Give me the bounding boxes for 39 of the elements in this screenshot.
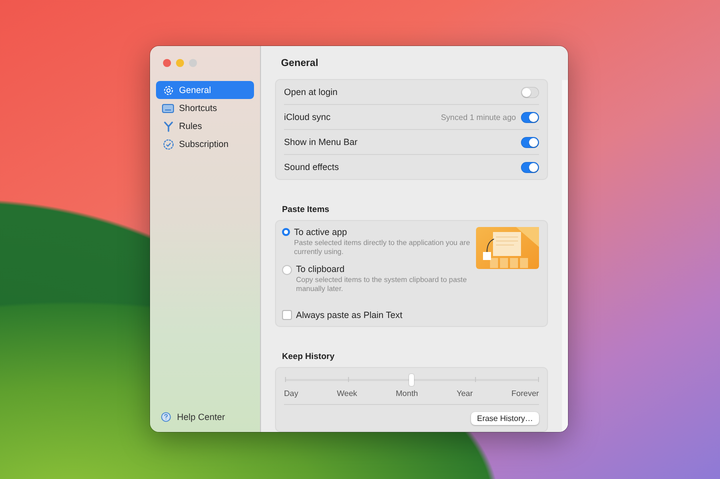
help-center-link[interactable]: Help Center [177, 412, 226, 422]
section-title: Keep History [281, 350, 336, 363]
checkbox[interactable] [282, 310, 292, 320]
gear-icon [162, 84, 174, 96]
setting-label: Open at login [284, 87, 338, 97]
sidebar-item[interactable]: Rules [156, 117, 254, 135]
setting-label: Sound effects [284, 162, 339, 172]
toggle-switch[interactable] [521, 136, 539, 148]
section-title: Paste Items [281, 204, 330, 216]
slider-thumb[interactable] [409, 374, 414, 386]
sidebar-item[interactable]: Shortcuts [156, 99, 254, 117]
slider-stop-label: Forever [511, 388, 539, 398]
slider-stop-label: Month [396, 388, 418, 398]
close-button[interactable] [163, 59, 171, 67]
sidebar-item[interactable]: General [156, 81, 254, 99]
toggle-switch[interactable] [521, 162, 539, 172]
checkmark-badge-icon [162, 138, 174, 150]
option-label: To clipboard [296, 264, 346, 274]
keyboard-icon [162, 104, 174, 112]
help-icon [161, 412, 171, 422]
radio-button[interactable] [282, 264, 292, 275]
slider-stop-label: Year [456, 388, 473, 398]
minimize-button[interactable] [176, 59, 184, 67]
toggle-switch[interactable] [521, 86, 539, 98]
paste-illustration-drawing [476, 227, 539, 269]
erase-history-button[interactable]: Erase History… [470, 412, 539, 425]
sidebar-item[interactable]: Subscription [156, 135, 254, 153]
branch-icon [162, 120, 174, 132]
pane-title: General [280, 57, 320, 71]
setting-label: iCloud sync [284, 112, 331, 122]
toggle-switch[interactable] [521, 112, 539, 122]
checkbox-label: Always paste as Plain Text [296, 310, 402, 320]
option-label: To active app [294, 227, 348, 237]
zoom-button[interactable] [189, 59, 197, 67]
setting-label: Show in Menu Bar [284, 137, 358, 147]
slider-stop-label: Day [284, 388, 298, 398]
slider-stop-label: Week [336, 388, 358, 398]
sync-status: Synced 1 minute ago [440, 112, 516, 122]
radio-button[interactable] [282, 228, 290, 236]
